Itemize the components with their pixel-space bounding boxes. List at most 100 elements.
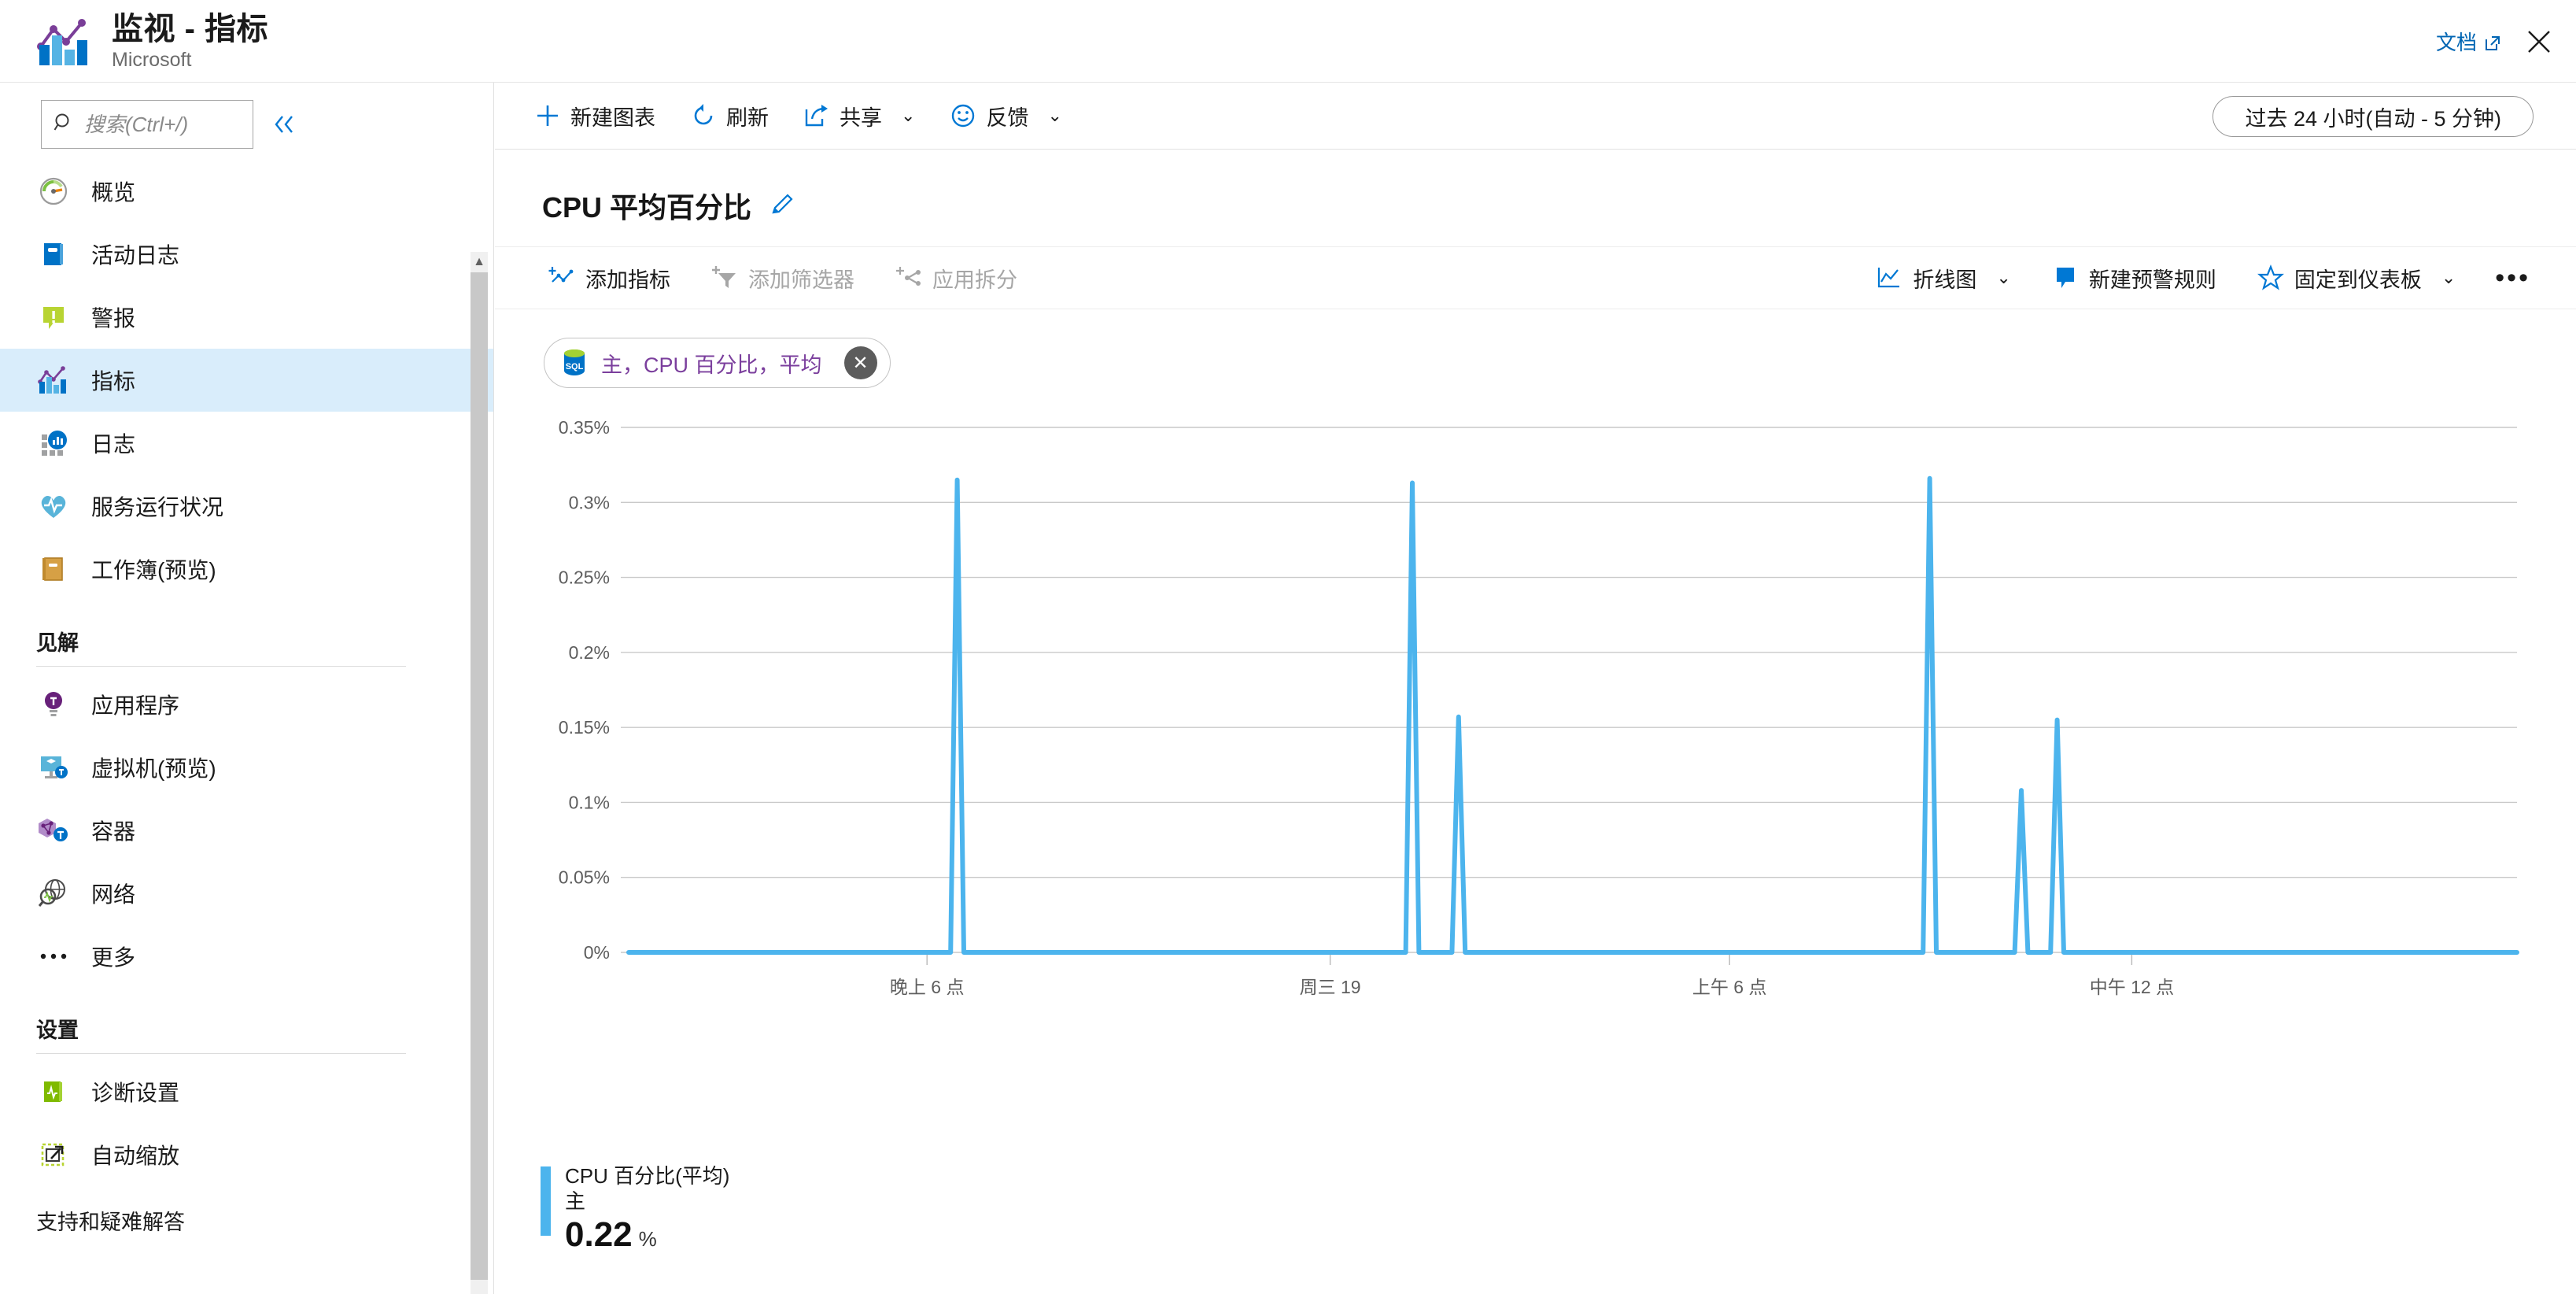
- chevron-down-icon[interactable]: ⌄: [1047, 105, 1061, 126]
- sidebar-search-row: [0, 83, 493, 160]
- add-filter-button: 添加筛选器: [691, 246, 875, 309]
- vm-insights-icon: [36, 750, 71, 785]
- chart-title: CPU 平均百分比: [542, 191, 752, 224]
- close-icon[interactable]: [2501, 0, 2576, 83]
- sidebar-item-label: 工作簿(预览): [91, 558, 216, 582]
- share-icon: [803, 102, 830, 129]
- heart-pulse-icon: [36, 489, 71, 523]
- add-metric-button[interactable]: 添加指标: [528, 246, 691, 309]
- sidebar-item-label: 活动日志: [91, 243, 180, 268]
- sidebar-item-metrics[interactable]: 指标: [0, 349, 493, 412]
- metric-chip-label: 主，CPU 百分比，平均: [601, 353, 822, 377]
- share-button[interactable]: 共享 ⌄: [786, 83, 932, 150]
- chart-type-label: 折线图: [1913, 268, 1977, 292]
- main-content: 新建图表 刷新 共享 ⌄ 反馈 ⌄ 过去 24 小时(自动 - 5 分钟) CP…: [495, 83, 2576, 1294]
- sidebar-scrollbar[interactable]: ▲ ▼: [471, 252, 488, 1294]
- apply-splitting-label: 应用拆分: [932, 268, 1017, 292]
- page-title: 监视 - 指标: [112, 11, 269, 46]
- legend-color-swatch: [541, 1166, 551, 1236]
- x-axis-tick-label: 上午 6 点: [1692, 977, 1767, 997]
- series-line: [626, 475, 2519, 955]
- legend-resource-name: 主: [565, 1189, 586, 1213]
- legend-metric-name: CPU 百分比(平均): [565, 1164, 730, 1188]
- sidebar-item-applications[interactable]: 应用程序: [0, 673, 493, 736]
- alert-bubble-icon: [36, 300, 71, 335]
- x-axis-tick-label: 周三 19: [1300, 977, 1361, 997]
- new-chart-label: 新建图表: [570, 105, 655, 130]
- chart-x-axis-labels: 晚上 6 点 周三 19 上午 6 点 中午 12 点: [890, 977, 2174, 997]
- sql-database-icon: SQL: [560, 347, 589, 379]
- chevron-down-icon[interactable]: ⌄: [2441, 268, 2456, 288]
- activity-log-book-icon: [36, 237, 71, 272]
- close-circle-icon[interactable]: ✕: [843, 346, 877, 379]
- sidebar-item-more[interactable]: 更多: [0, 925, 493, 988]
- y-axis-tick-label: 0.25%: [559, 568, 610, 588]
- documentation-link[interactable]: 文档: [2436, 27, 2501, 56]
- sidebar-item-label: 容器: [91, 819, 136, 844]
- add-metric-label: 添加指标: [585, 268, 670, 292]
- y-axis-tick-label: 0.35%: [559, 417, 610, 438]
- sidebar-section-settings-title: 设置: [36, 1019, 79, 1042]
- add-filter-icon: [711, 264, 738, 291]
- legend-value-row: 0.22 %: [565, 1215, 729, 1255]
- y-axis-tick-label: 0%: [584, 942, 610, 963]
- new-alert-rule-button[interactable]: 新建预警规则: [2032, 246, 2237, 309]
- sidebar-item-virtual-machines[interactable]: 虚拟机(预览): [0, 736, 493, 799]
- sidebar-item-label: 诊断设置: [91, 1081, 180, 1105]
- x-axis-tick-label: 晚上 6 点: [890, 977, 965, 997]
- metric-chip[interactable]: SQL 主，CPU 百分比，平均 ✕: [544, 338, 891, 388]
- feedback-label: 反馈: [986, 105, 1029, 130]
- search-input[interactable]: [84, 112, 242, 137]
- sidebar-item-workbooks[interactable]: 工作簿(预览): [0, 538, 493, 601]
- double-chevron-left-icon[interactable]: [266, 106, 302, 142]
- metrics-line-chart[interactable]: 0% 0.05% 0.1% 0.15% 0.2% 0.25% 0.3% 0.35% 晚上 6 …: [495, 405, 2576, 1059]
- sidebar-item-logs[interactable]: 日志: [0, 412, 493, 475]
- new-alert-rule-label: 新建预警规则: [2088, 268, 2216, 292]
- sidebar-item-label: 警报: [91, 306, 136, 331]
- sidebar-item-activity-log[interactable]: 活动日志: [0, 223, 493, 286]
- autoscale-icon: [36, 1137, 71, 1172]
- chart-svg: 0% 0.05% 0.1% 0.15% 0.2% 0.25% 0.3% 0.35% 晚上 6 …: [559, 417, 2519, 997]
- sidebar-item-network[interactable]: 网络: [0, 862, 493, 925]
- y-axis-tick-label: 0.3%: [569, 492, 610, 512]
- refresh-button[interactable]: 刷新: [673, 83, 786, 150]
- search-input-wrapper[interactable]: [41, 100, 253, 149]
- window-title-bar: 监视 - 指标 Microsoft 文档: [0, 0, 2576, 83]
- scrollbar-thumb[interactable]: [471, 272, 488, 1280]
- sidebar-item-service-health[interactable]: 服务运行状况: [0, 475, 493, 538]
- chart-series: [626, 475, 2519, 955]
- sidebar-item-label: 网络: [91, 882, 136, 907]
- add-metric-icon: [548, 264, 575, 291]
- svg-text:SQL: SQL: [566, 362, 584, 372]
- chevron-down-icon[interactable]: ⌄: [901, 105, 915, 126]
- line-chart-icon: [1876, 264, 1902, 291]
- legend-text-block: CPU 百分比(平均) 主 0.22 %: [565, 1163, 729, 1255]
- scroll-up-arrow-icon[interactable]: ▲: [471, 252, 488, 272]
- sidebar-item-diagnostic-settings[interactable]: 诊断设置: [0, 1060, 493, 1123]
- feedback-button[interactable]: 反馈 ⌄: [932, 83, 1079, 150]
- chart-type-button[interactable]: 折线图 ⌄: [1855, 246, 2031, 309]
- left-sidebar: 概览 活动日志: [0, 83, 494, 1294]
- sidebar-item-label: 应用程序: [91, 693, 180, 718]
- support-troubleshoot-link[interactable]: 支持和疑难解答: [36, 1205, 493, 1236]
- chart-y-axis-labels: 0% 0.05% 0.1% 0.15% 0.2% 0.25% 0.3% 0.35%: [559, 417, 610, 963]
- pin-to-dashboard-button[interactable]: 固定到仪表板 ⌄: [2237, 246, 2476, 309]
- new-chart-button[interactable]: 新建图表: [517, 83, 673, 150]
- smiley-feedback-icon: [950, 102, 976, 129]
- pencil-edit-icon[interactable]: [769, 192, 795, 219]
- sidebar-item-autoscale[interactable]: 自动缩放: [0, 1123, 493, 1186]
- chevron-down-icon[interactable]: ⌄: [1996, 268, 2010, 288]
- add-filter-label: 添加筛选器: [748, 268, 854, 292]
- workbook-icon: [36, 552, 71, 586]
- command-bar: 新建图表 刷新 共享 ⌄ 反馈 ⌄ 过去 24 小时(自动 - 5 分钟): [495, 83, 2576, 150]
- pin-to-dashboard-label: 固定到仪表板: [2294, 268, 2422, 292]
- more-options-button[interactable]: •••: [2476, 263, 2549, 294]
- chart-toolbar-right: 折线图 ⌄ 新建预警规则 固定到仪表板 ⌄ •••: [1855, 246, 2549, 309]
- sidebar-item-alerts[interactable]: 警报: [0, 286, 493, 349]
- sidebar-item-containers[interactable]: 容器: [0, 799, 493, 862]
- search-icon: [53, 112, 75, 138]
- time-range-label: 过去 24 小时(自动 - 5 分钟): [2245, 106, 2501, 131]
- y-axis-tick-label: 0.1%: [569, 792, 610, 812]
- time-range-picker[interactable]: 过去 24 小时(自动 - 5 分钟): [2212, 96, 2534, 137]
- sidebar-item-overview[interactable]: 概览: [0, 160, 493, 223]
